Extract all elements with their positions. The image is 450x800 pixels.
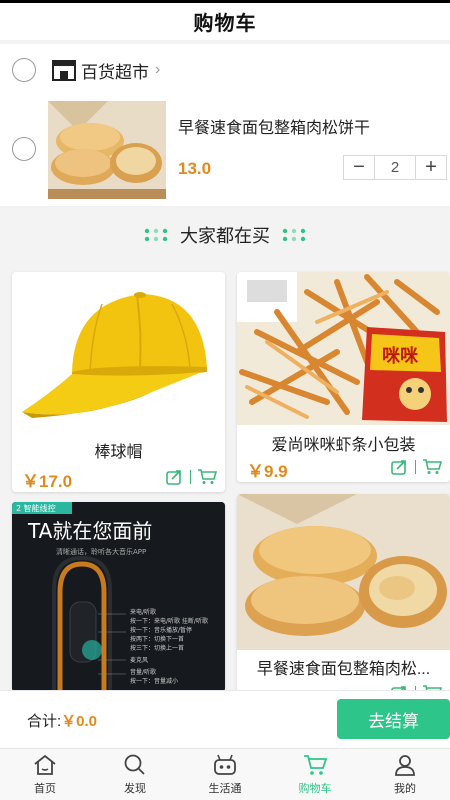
ad-spec-label: 按一下：来电/听歌 挂断/听歌	[130, 617, 208, 625]
item-title[interactable]: 早餐速食面包整箱肉松饼干	[178, 114, 370, 138]
quantity-value[interactable]: 2	[374, 156, 416, 179]
bottom-tab-bar: 首页 发现 生活通 购物车 我的	[0, 748, 450, 800]
total-label: 合计:￥0.0	[27, 710, 97, 731]
divider	[190, 469, 191, 484]
ad-spec-label: 按一下：音量减小	[130, 677, 178, 685]
tab-life[interactable]: 生活通	[180, 749, 270, 800]
tab-label: 发现	[124, 783, 146, 795]
item-select-radio[interactable]	[12, 137, 36, 161]
decrease-button[interactable]: −	[344, 156, 374, 179]
tab-mine[interactable]: 我的	[360, 749, 450, 800]
total-text: 合计:	[27, 713, 62, 730]
add-to-cart-icon[interactable]	[197, 468, 217, 485]
cart-icon	[304, 755, 328, 775]
product-image[interactable]: 2 智能线控 TA就在您面前 清晰通话，聆听各大音乐APP 来电/听歌 按一下：…	[12, 502, 225, 692]
divider	[415, 459, 416, 474]
share-icon[interactable]	[391, 459, 409, 475]
store-select-radio[interactable]	[12, 58, 36, 82]
tab-home[interactable]: 首页	[0, 749, 90, 800]
recommend-header: 大家都在买	[0, 220, 450, 250]
cart-item: 早餐速食面包整箱肉松饼干 13.0 − 2 +	[0, 96, 450, 206]
product-card[interactable]: 棒球帽 ￥17.0	[12, 272, 225, 492]
store-name[interactable]: 百货超市	[81, 58, 149, 83]
ad-spec-label: 音量/听歌	[130, 668, 156, 676]
tab-cart[interactable]: 购物车	[270, 749, 360, 800]
user-icon	[395, 755, 415, 776]
product-card[interactable]: 2 智能线控 TA就在您面前 清晰通话，聆听各大音乐APP 来电/听歌 按一下：…	[12, 502, 225, 692]
product-name[interactable]: 早餐速食面包整箱肉松...	[237, 655, 450, 679]
product-image[interactable]: 咪咪	[237, 272, 450, 425]
quantity-stepper: − 2 +	[343, 155, 447, 180]
store-icon	[52, 60, 76, 81]
product-price: ￥17.0	[22, 472, 73, 491]
decorative-dots-icon	[282, 228, 306, 242]
ad-spec-label: 按一下：音乐播放/暂停	[130, 626, 192, 634]
ad-spec-label: 按三下：切换上一首	[130, 644, 184, 652]
product-name[interactable]: 棒球帽	[12, 438, 225, 462]
snack-brand-text: 咪咪	[382, 345, 419, 367]
decorative-dots-icon	[144, 228, 168, 242]
tab-label: 首页	[34, 783, 56, 795]
add-to-cart-icon[interactable]	[422, 458, 442, 475]
product-actions	[166, 468, 217, 485]
ad-subtitle-text: 清晰通话，聆听各大音乐APP	[56, 547, 146, 556]
tab-label: 生活通	[208, 783, 242, 795]
home-icon	[34, 754, 56, 775]
product-image[interactable]	[12, 272, 225, 432]
product-actions	[391, 458, 442, 475]
tab-discover[interactable]: 发现	[90, 749, 180, 800]
increase-button[interactable]: +	[416, 156, 446, 179]
item-thumbnail[interactable]	[48, 101, 166, 199]
checkout-button[interactable]: 去结算	[337, 699, 450, 739]
title-bar: 购物车	[0, 0, 450, 40]
product-card[interactable]: 早餐速食面包整箱肉松... ￥13.0	[237, 494, 450, 692]
store-row[interactable]: 百货超市 ›	[0, 44, 450, 96]
total-amount: ￥0.0	[61, 713, 98, 730]
product-image[interactable]	[237, 494, 450, 650]
robot-icon	[214, 754, 236, 775]
ad-headline-text: TA就在您面前	[27, 519, 152, 543]
tab-label: 购物车	[298, 783, 332, 795]
search-icon	[124, 754, 145, 775]
chevron-right-icon[interactable]: ›	[155, 61, 160, 79]
item-price: 13.0	[178, 159, 212, 178]
ad-spec-label: 来电/听歌	[130, 608, 156, 616]
product-card[interactable]: 咪咪 爱尚咪咪虾条小包装 ￥9.9	[237, 272, 450, 482]
share-icon[interactable]	[166, 469, 184, 485]
ad-spec-label: 麦克风	[130, 656, 148, 664]
recommend-title: 大家都在买	[180, 226, 270, 246]
page-title: 购物车	[193, 13, 257, 35]
product-price: ￥9.9	[247, 462, 288, 481]
product-name[interactable]: 爱尚咪咪虾条小包装	[237, 431, 450, 455]
ad-badge-text: 2 智能线控	[16, 503, 56, 513]
tab-label: 我的	[394, 783, 416, 795]
ad-spec-label: 按两下：切换下一首	[130, 635, 184, 643]
checkout-bar: 合计:￥0.0 去结算	[0, 690, 450, 748]
